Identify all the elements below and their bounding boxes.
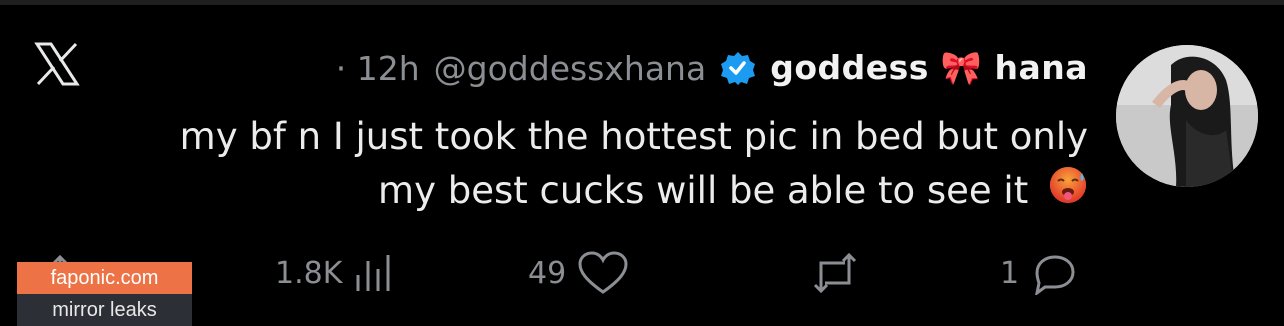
avatar[interactable] [1116, 45, 1258, 187]
post-time: · 12h [335, 48, 420, 88]
post-header: · 12h @goddessxhana goddess 🎀 hana [336, 44, 1088, 92]
reply-count: 1 [1000, 255, 1020, 291]
watermark-tagline: mirror leaks [17, 294, 192, 326]
x-logo-icon[interactable] [33, 40, 81, 88]
hot-face-emoji-icon [1048, 165, 1088, 220]
retweet-button[interactable] [805, 248, 865, 298]
post-text-line: my best cucks will be able to see it [378, 169, 1029, 212]
like-button[interactable]: 49 [528, 248, 630, 298]
post-text: my bf n I just took the hottest pic in b… [180, 110, 1088, 220]
reply-icon [1035, 255, 1075, 295]
like-count: 49 [528, 255, 567, 291]
post-text-line: my bf n I just took the hottest pic in b… [179, 115, 1088, 158]
action-bar: 1 49 1.8K [0, 248, 1284, 298]
watermark-site: faponic.com [17, 262, 192, 294]
views-count: 1.8K [275, 255, 343, 291]
top-divider [0, 0, 1284, 5]
views-button[interactable]: 1.8K [275, 248, 396, 298]
views-icon [356, 255, 390, 291]
heart-icon [578, 251, 628, 294]
post-text-line-2: my best cucks will be able to see it [180, 164, 1088, 220]
verified-badge-icon [721, 52, 756, 85]
user-handle[interactable]: @goddessxhana [434, 49, 707, 88]
display-name[interactable]: goddess 🎀 hana [770, 48, 1088, 88]
reply-button[interactable]: 1 [1000, 248, 1079, 298]
retweet-icon [813, 252, 857, 294]
